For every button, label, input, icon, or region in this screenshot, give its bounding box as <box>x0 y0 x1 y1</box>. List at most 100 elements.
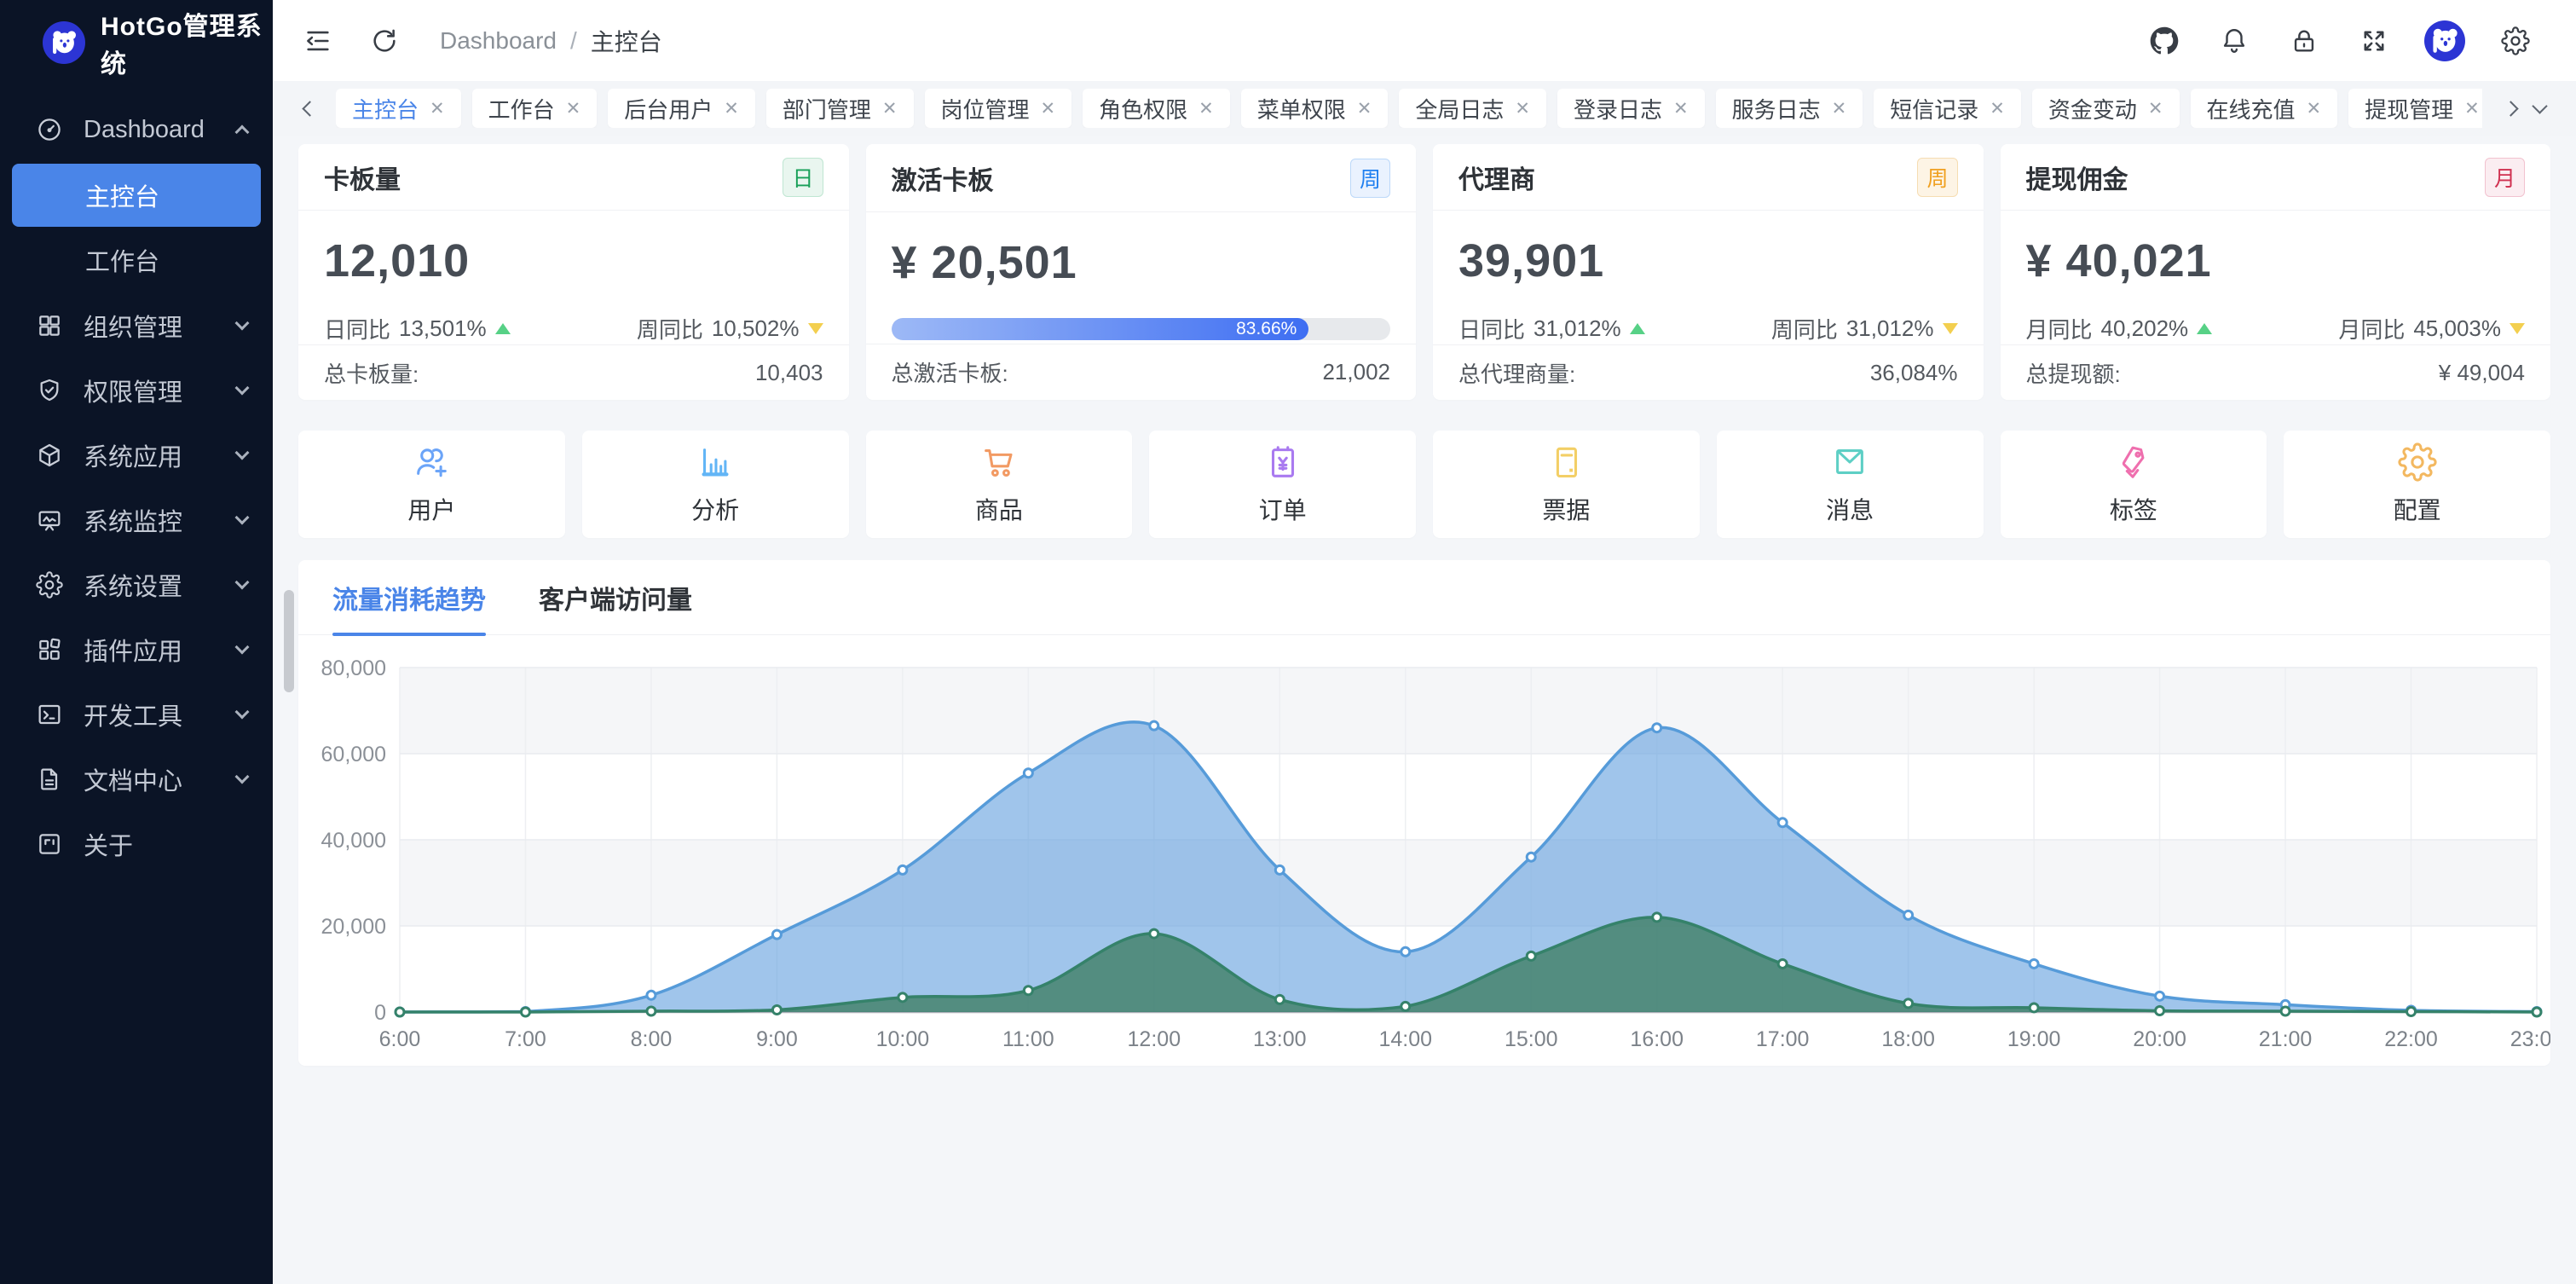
shortcut-row: 用户 分析 商品 订单 <box>298 431 2550 538</box>
sidebar-menu: Dashboard 主控台 工作台 组织管理 权限 <box>0 85 273 876</box>
tab-traffic-trend[interactable]: 流量消耗趋势 <box>332 560 486 634</box>
tabs-dropdown-button[interactable] <box>2525 94 2554 123</box>
card-title: 激活卡板 <box>892 159 994 197</box>
card-footer-value: 36,084% <box>1870 360 1958 386</box>
tab-close-icon[interactable]: ✕ <box>1990 100 2005 118</box>
lock-screen-button[interactable] <box>2284 21 2324 61</box>
notifications-button[interactable] <box>2215 21 2254 61</box>
progress-bar: 83.66% <box>892 318 1391 340</box>
tab-item[interactable]: 主控台 ✕ <box>336 89 461 128</box>
sidebar-item-about[interactable]: 关于 <box>0 812 273 876</box>
sidebar-item-label: 开发工具 <box>84 697 182 732</box>
tab-close-icon[interactable]: ✕ <box>2307 100 2322 118</box>
sidebar-item-dashboard[interactable]: Dashboard <box>0 97 273 162</box>
shortcut-orders[interactable]: 订单 <box>1149 431 1416 538</box>
tab-item[interactable]: 提现管理 ✕ <box>2348 89 2482 128</box>
tab-item[interactable]: 部门管理 ✕ <box>766 89 914 128</box>
shortcut-messages[interactable]: 消息 <box>1717 431 1984 538</box>
svg-text:15:00: 15:00 <box>1505 1027 1558 1051</box>
breadcrumb-separator: / <box>570 27 577 55</box>
sidebar-item-system-monitor[interactable]: 系统监控 <box>0 488 273 552</box>
breadcrumb-current: 主控台 <box>591 24 662 58</box>
shortcut-analytics[interactable]: 分析 <box>582 431 849 538</box>
tab-item[interactable]: 登录日志 ✕ <box>1557 89 1705 128</box>
monitor-chart-icon <box>36 506 63 534</box>
sidebar-item-system-app[interactable]: 系统应用 <box>0 423 273 488</box>
tab-label: 登录日志 <box>1574 93 1662 124</box>
tab-close-icon[interactable]: ✕ <box>1673 100 1689 118</box>
sidebar-item-plugins[interactable]: 插件应用 <box>0 617 273 682</box>
sidebar-item-workbench[interactable]: 工作台 <box>12 228 261 292</box>
sidebar-item-permission[interactable]: 权限管理 <box>0 358 273 423</box>
tab-close-icon[interactable]: ✕ <box>2148 100 2163 118</box>
sidebar-item-label: 权限管理 <box>84 373 182 408</box>
app-logo[interactable]: HotGo管理系统 <box>0 0 273 85</box>
collapse-sidebar-button[interactable] <box>298 21 338 61</box>
traffic-chart-card: 流量消耗趋势 客户端访问量 020,00040,00060,00080,0006… <box>298 560 2550 1066</box>
trend-down-icon <box>1943 323 1958 334</box>
fullscreen-button[interactable] <box>2354 21 2394 61</box>
settings-button[interactable] <box>2496 21 2535 61</box>
tab-item[interactable]: 角色权限 ✕ <box>1083 89 1230 128</box>
sidebar-item-docs[interactable]: 文档中心 <box>0 747 273 812</box>
sidebar-item-organization[interactable]: 组织管理 <box>0 293 273 358</box>
shortcut-tags[interactable]: 标签 <box>2001 431 2267 538</box>
shortcut-users[interactable]: 用户 <box>298 431 565 538</box>
tab-close-icon[interactable]: ✕ <box>1357 100 1372 118</box>
tab-label: 服务日志 <box>1732 93 1821 124</box>
tab-label: 角色权限 <box>1099 93 1187 124</box>
cube-icon <box>36 442 63 469</box>
shortcut-config[interactable]: 配置 <box>2284 431 2550 538</box>
sidebar-item-console[interactable]: 主控台 <box>12 164 261 227</box>
tab-label: 短信记录 <box>1890 93 1978 124</box>
tab-label: 岗位管理 <box>941 93 1030 124</box>
sidebar-item-dev-tools[interactable]: 开发工具 <box>0 682 273 747</box>
chevron-down-icon <box>235 575 250 590</box>
period-badge: 月 <box>2485 158 2525 197</box>
tab-item[interactable]: 工作台 ✕ <box>472 89 598 128</box>
sidebar-item-system-settings[interactable]: 系统设置 <box>0 552 273 617</box>
tab-close-icon[interactable]: ✕ <box>1832 100 1847 118</box>
tab-close-icon[interactable]: ✕ <box>882 100 898 118</box>
receipt-icon <box>1546 442 1585 482</box>
tabs-scroll-left-button[interactable] <box>295 94 324 123</box>
shortcut-label: 分析 <box>691 492 739 526</box>
tab-item[interactable]: 服务日志 ✕ <box>1716 89 1863 128</box>
traffic-area-chart: 020,00040,00060,00080,0006:007:008:009:0… <box>298 635 2550 1066</box>
tab-close-icon[interactable]: ✕ <box>1515 100 1530 118</box>
tab-close-icon[interactable]: ✕ <box>430 100 445 118</box>
tab-item[interactable]: 在线充值 ✕ <box>2191 89 2338 128</box>
shortcut-label: 订单 <box>1259 492 1307 526</box>
tab-item[interactable]: 后台用户 ✕ <box>608 89 755 128</box>
tab-item[interactable]: 资金变动 ✕ <box>2032 89 2180 128</box>
tab-label: 菜单权限 <box>1257 93 1346 124</box>
lock-icon <box>2290 26 2319 55</box>
tab-item[interactable]: 短信记录 ✕ <box>1874 89 2021 128</box>
card-footer-value: ¥ 49,004 <box>2439 360 2525 386</box>
tab-close-icon[interactable]: ✕ <box>724 100 739 118</box>
github-button[interactable] <box>2145 21 2184 61</box>
user-avatar[interactable] <box>2424 20 2465 61</box>
tabs-scroll-right-button[interactable] <box>2496 94 2525 123</box>
scrollbar-thumb[interactable] <box>284 590 294 692</box>
svg-text:80,000: 80,000 <box>321 656 386 680</box>
shortcut-products[interactable]: 商品 <box>866 431 1133 538</box>
period-badge: 日 <box>783 158 823 197</box>
refresh-button[interactable] <box>365 21 404 61</box>
tab-item[interactable]: 岗位管理 ✕ <box>925 89 1072 128</box>
stat-card-pallets: 卡板量 日 12,010 日同比13,501% 周同比10,502% <box>298 144 849 400</box>
tab-item[interactable]: 全局日志 ✕ <box>1399 89 1546 128</box>
gear-icon <box>2398 442 2437 482</box>
tab-close-icon[interactable]: ✕ <box>1198 100 1214 118</box>
tab-close-icon[interactable]: ✕ <box>1041 100 1056 118</box>
tab-client-visits[interactable]: 客户端访问量 <box>539 560 692 634</box>
tab-close-icon[interactable]: ✕ <box>566 100 581 118</box>
tab-label: 后台用户 <box>624 93 713 124</box>
progress-fill: 83.66% <box>892 318 1309 340</box>
tab-item[interactable]: 菜单权限 ✕ <box>1241 89 1389 128</box>
breadcrumb-root[interactable]: Dashboard <box>440 27 557 55</box>
chevron-down-icon <box>235 770 250 784</box>
tab-close-icon[interactable]: ✕ <box>2464 100 2480 118</box>
metric-month-up: 月同比40,202% <box>2026 313 2213 344</box>
shortcut-bills[interactable]: 票据 <box>1433 431 1700 538</box>
